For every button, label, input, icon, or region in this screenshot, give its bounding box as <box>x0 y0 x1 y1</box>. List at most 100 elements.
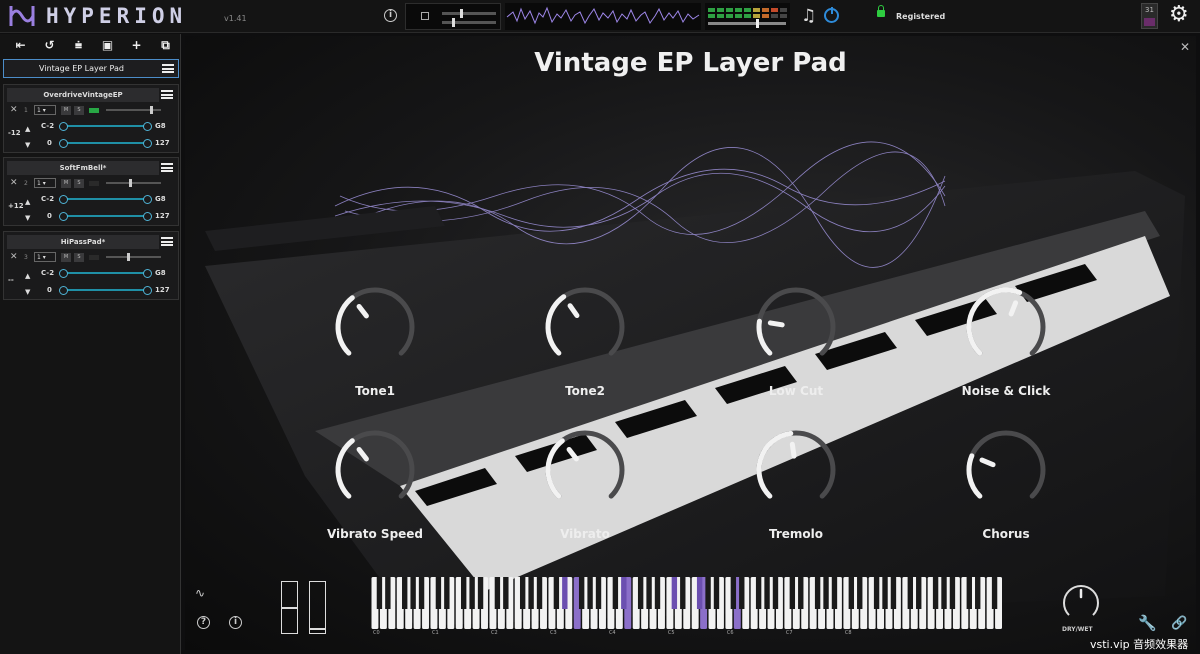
black-key[interactable] <box>376 577 383 609</box>
black-key[interactable] <box>882 577 888 609</box>
black-key[interactable] <box>831 577 838 609</box>
mute-button[interactable]: M <box>61 179 71 188</box>
black-key[interactable] <box>595 577 602 609</box>
black-key[interactable] <box>991 577 998 609</box>
black-key[interactable] <box>966 577 972 609</box>
reset-icon[interactable]: ↺ <box>35 38 64 52</box>
black-key[interactable] <box>907 577 914 609</box>
black-key[interactable] <box>671 577 678 609</box>
black-key[interactable] <box>654 577 661 609</box>
velocity-range-slider[interactable] <box>59 286 152 295</box>
black-key[interactable] <box>646 577 652 609</box>
mute-button[interactable]: M <box>61 253 71 262</box>
midi-channel-select[interactable]: 1 ▾ <box>34 105 56 115</box>
black-key[interactable] <box>578 577 585 609</box>
music-note-icon[interactable]: ♫ <box>801 6 816 26</box>
transpose-arrows[interactable]: ▲ ▼ <box>25 194 30 226</box>
black-key[interactable] <box>418 577 425 609</box>
mute-button[interactable]: M <box>61 106 71 115</box>
black-key[interactable] <box>477 577 484 609</box>
transpose-arrows[interactable]: ▲ ▼ <box>25 121 30 153</box>
black-key[interactable] <box>553 577 560 609</box>
black-key[interactable] <box>916 577 922 609</box>
black-key[interactable] <box>730 577 737 609</box>
black-key[interactable] <box>385 577 391 609</box>
black-key[interactable] <box>764 577 770 609</box>
black-key[interactable] <box>612 577 619 609</box>
velocity-range-slider[interactable] <box>59 139 152 148</box>
black-key[interactable] <box>469 577 475 609</box>
black-key[interactable] <box>460 577 467 609</box>
add-icon[interactable]: + <box>122 38 151 52</box>
black-key[interactable] <box>848 577 855 609</box>
midi-channel-select[interactable]: 1 ▾ <box>34 178 56 188</box>
knob-dial[interactable] <box>755 286 837 368</box>
save-icon[interactable]: ▣ <box>93 38 122 52</box>
solo-button[interactable]: S <box>74 253 84 262</box>
dry-wet-knob[interactable] <box>1060 582 1102 624</box>
black-key[interactable] <box>941 577 947 609</box>
calendar-icon[interactable]: 31 <box>1141 3 1158 29</box>
black-key[interactable] <box>528 577 534 609</box>
knob-dial[interactable] <box>965 286 1047 368</box>
velocity-range-slider[interactable] <box>59 212 152 221</box>
knob-dial[interactable] <box>544 429 626 511</box>
layer-menu-icon[interactable] <box>161 237 173 247</box>
layer-name[interactable]: SoftFmBell* <box>7 161 159 175</box>
black-key[interactable] <box>713 577 720 609</box>
black-key[interactable] <box>587 577 593 609</box>
black-key[interactable] <box>789 577 796 609</box>
black-key[interactable] <box>932 577 939 609</box>
black-key[interactable] <box>705 577 711 609</box>
knob-tremolo[interactable]: Tremolo <box>741 429 851 559</box>
mod-wheel[interactable] <box>309 581 326 634</box>
knob-vibrato[interactable]: Vibrato <box>530 429 640 559</box>
black-key[interactable] <box>503 577 509 609</box>
piano-keyboard[interactable] <box>371 577 1003 631</box>
black-key[interactable] <box>494 577 501 609</box>
waveform-icon[interactable]: ∿ <box>195 586 205 600</box>
help-icon[interactable]: ? <box>197 616 210 629</box>
key-range-slider[interactable] <box>59 269 152 278</box>
knob-low-cut[interactable]: Low Cut <box>741 286 851 416</box>
layer-menu-icon[interactable] <box>161 90 173 100</box>
black-key[interactable] <box>562 577 568 609</box>
black-key[interactable] <box>680 577 686 609</box>
gear-icon[interactable]: ⚙ <box>1169 4 1189 26</box>
black-key[interactable] <box>536 577 543 609</box>
key-range-slider[interactable] <box>59 195 152 204</box>
black-key[interactable] <box>798 577 804 609</box>
black-key[interactable] <box>402 577 408 609</box>
knob-tone2[interactable]: Tone2 <box>530 286 640 416</box>
black-key[interactable] <box>444 577 450 609</box>
knob-chorus[interactable]: Chorus <box>951 429 1061 559</box>
layer-volume-slider[interactable] <box>106 179 161 187</box>
knob-dial[interactable] <box>965 429 1047 511</box>
layer-menu-icon[interactable] <box>161 163 173 173</box>
black-key[interactable] <box>890 577 897 609</box>
output-slider-2[interactable] <box>442 18 496 27</box>
black-key[interactable] <box>410 577 416 609</box>
layer-volume-slider[interactable] <box>106 106 161 114</box>
black-key[interactable] <box>435 577 442 609</box>
wrench-icon[interactable]: 🔧 <box>1138 614 1157 632</box>
black-key[interactable] <box>519 577 526 609</box>
master-volume-slider[interactable] <box>708 19 786 28</box>
mute-toggle[interactable] <box>421 12 429 20</box>
solo-button[interactable]: S <box>74 179 84 188</box>
black-key[interactable] <box>823 577 829 609</box>
output-slider-1[interactable] <box>442 9 496 18</box>
layer-volume-slider[interactable] <box>106 253 161 261</box>
duplicate-icon[interactable]: ⧉ <box>151 38 180 53</box>
black-key[interactable] <box>739 577 745 609</box>
black-key[interactable] <box>949 577 956 609</box>
knob-noise-click[interactable]: Noise & Click <box>951 286 1061 416</box>
knob-dial[interactable] <box>755 429 837 511</box>
black-key[interactable] <box>814 577 821 609</box>
midi-channel-select[interactable]: 1 ▾ <box>34 252 56 262</box>
clean-icon[interactable]: ⩧ <box>64 38 93 53</box>
knob-tone1[interactable]: Tone1 <box>320 286 430 416</box>
layer-name[interactable]: OverdriveVintageEP <box>7 88 159 102</box>
black-key[interactable] <box>755 577 762 609</box>
black-key[interactable] <box>621 577 627 609</box>
